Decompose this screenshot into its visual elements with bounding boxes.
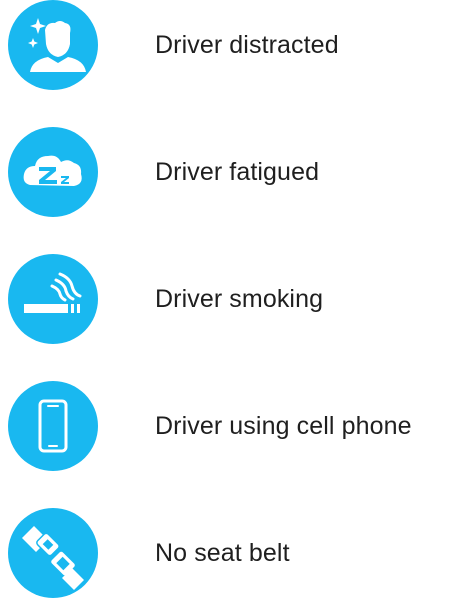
item-label: Driver distracted [155, 30, 339, 59]
distracted-driver-icon [8, 0, 98, 90]
alert-item-driver-using-cell-phone: Driver using cell phone [8, 381, 468, 471]
item-label: Driver smoking [155, 284, 324, 313]
alert-item-driver-smoking: Driver smoking [8, 254, 468, 344]
item-label: Driver fatigued [155, 157, 320, 186]
alert-item-driver-distracted: Driver distracted [8, 0, 468, 90]
item-label: No seat belt [155, 538, 290, 567]
seat-belt-buckle-icon [8, 508, 98, 598]
cigarette-smoke-icon [8, 254, 98, 344]
sleep-zz-cloud-icon [8, 127, 98, 217]
cell-phone-icon [8, 381, 98, 471]
alert-item-driver-fatigued: Driver fatigued [8, 127, 468, 217]
alert-item-no-seat-belt: No seat belt [8, 508, 468, 598]
item-label: Driver using cell phone [155, 411, 412, 440]
